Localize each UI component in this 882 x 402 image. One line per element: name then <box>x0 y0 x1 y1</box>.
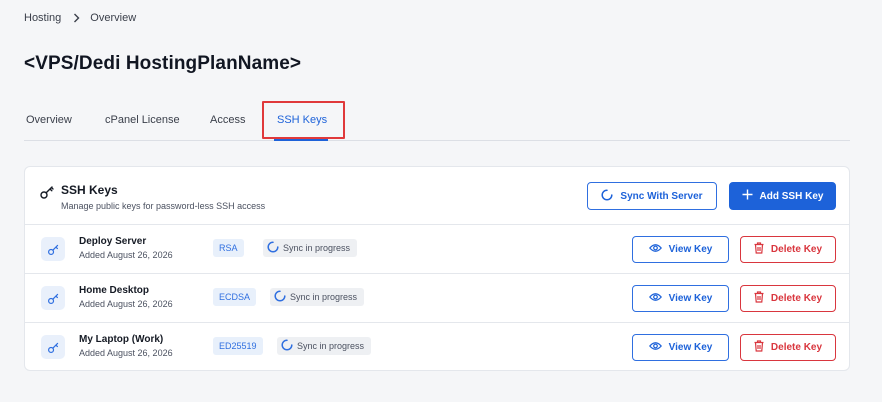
tab-cpanel-license[interactable]: cPanel License <box>105 114 180 126</box>
plus-icon <box>742 189 753 203</box>
page-title: <VPS/Dedi HostingPlanName> <box>24 53 302 74</box>
spinner-icon <box>281 339 293 353</box>
trash-icon <box>754 340 764 355</box>
key-icon <box>39 184 55 200</box>
card-subtitle: Manage public keys for password-less SSH… <box>61 201 266 211</box>
sync-with-server-button[interactable]: Sync With Server <box>587 182 717 210</box>
ssh-keys-card: SSH Keys Manage public keys for password… <box>24 166 850 371</box>
breadcrumb: Hosting Overview <box>24 12 136 24</box>
key-name: Home Desktop <box>79 285 150 296</box>
delete-key-label: Delete Key <box>770 342 823 353</box>
view-key-button[interactable]: View Key <box>632 236 729 263</box>
tab-overview[interactable]: Overview <box>26 114 72 126</box>
status-label: Sync in progress <box>290 292 358 302</box>
key-type-badge: RSA <box>213 239 244 257</box>
view-key-button[interactable]: View Key <box>632 285 729 312</box>
status-badge: Sync in progress <box>263 239 358 257</box>
key-added-date: Added August 26, 2026 <box>79 299 173 309</box>
ssh-key-row: Deploy Server Added August 26, 2026 RSA … <box>25 225 849 274</box>
add-ssh-key-button[interactable]: Add SSH Key <box>729 182 836 210</box>
status-badge: Sync in progress <box>270 288 365 306</box>
key-type-badge: ED25519 <box>213 337 263 355</box>
chevron-right-icon <box>73 13 80 23</box>
tab-highlight-box <box>262 101 345 139</box>
eye-icon <box>648 243 662 256</box>
spinner-icon <box>267 241 279 255</box>
view-key-label: View Key <box>668 293 713 304</box>
status-label: Sync in progress <box>297 341 365 351</box>
key-icon <box>41 237 65 261</box>
view-key-button[interactable]: View Key <box>632 334 729 361</box>
sync-button-label: Sync With Server <box>620 190 703 202</box>
key-added-date: Added August 26, 2026 <box>79 348 173 358</box>
breadcrumb-overview: Overview <box>90 12 137 24</box>
trash-icon <box>754 291 764 306</box>
delete-key-label: Delete Key <box>770 244 823 255</box>
breadcrumb-hosting[interactable]: Hosting <box>24 12 61 24</box>
sync-icon <box>601 188 613 204</box>
tab-access[interactable]: Access <box>210 114 245 126</box>
view-key-label: View Key <box>668 244 713 255</box>
key-icon <box>41 286 65 310</box>
eye-icon <box>648 292 662 305</box>
ssh-key-row: My Laptop (Work) Added August 26, 2026 E… <box>25 323 849 372</box>
delete-key-button[interactable]: Delete Key <box>740 236 836 263</box>
eye-icon <box>648 341 662 354</box>
trash-icon <box>754 242 764 257</box>
ssh-key-row: Home Desktop Added August 26, 2026 ECDSA… <box>25 274 849 323</box>
delete-key-button[interactable]: Delete Key <box>740 334 836 361</box>
view-key-label: View Key <box>668 342 713 353</box>
card-title: SSH Keys <box>61 183 118 197</box>
delete-key-button[interactable]: Delete Key <box>740 285 836 312</box>
spinner-icon <box>274 290 286 304</box>
active-tab-indicator <box>274 139 328 141</box>
key-icon <box>41 335 65 359</box>
status-badge: Sync in progress <box>277 337 372 355</box>
key-name: My Laptop (Work) <box>79 334 164 345</box>
delete-key-label: Delete Key <box>770 293 823 304</box>
tab-bar: Overview cPanel License Access SSH Keys <box>24 103 850 141</box>
key-name: Deploy Server <box>79 236 147 247</box>
card-header: SSH Keys Manage public keys for password… <box>25 167 849 225</box>
status-label: Sync in progress <box>283 243 351 253</box>
key-type-badge: ECDSA <box>213 288 257 306</box>
add-button-label: Add SSH Key <box>759 190 824 202</box>
key-added-date: Added August 26, 2026 <box>79 250 173 260</box>
